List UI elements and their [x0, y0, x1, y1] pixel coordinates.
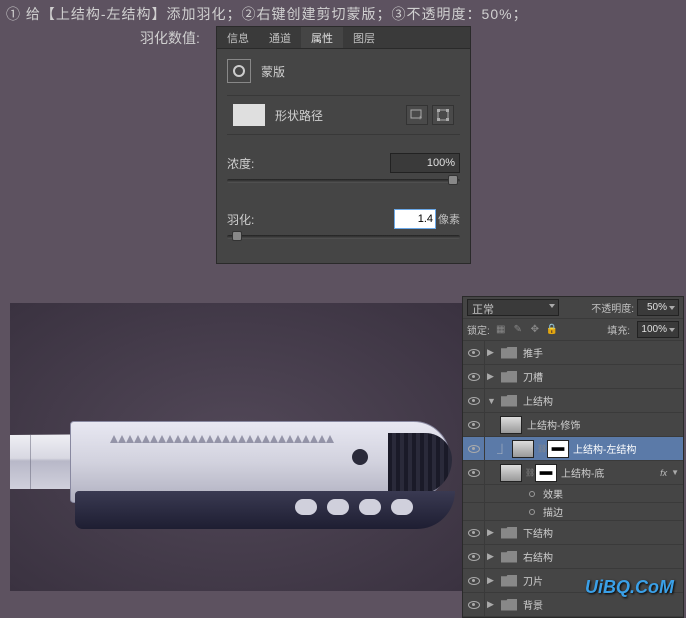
lock-all-icon[interactable]: 🔒: [545, 323, 559, 337]
opacity-label: 不透明度:: [591, 300, 634, 315]
density-label: 浓度:: [227, 155, 254, 172]
twisty-icon[interactable]: ▶: [487, 371, 497, 382]
twisty-icon[interactable]: ▶: [487, 575, 497, 586]
layer-name[interactable]: 推手: [523, 345, 543, 360]
feather-label: 羽化:: [227, 211, 254, 228]
properties-panel: 信息 通道 属性 图层 蒙版 形状路径 + 浓度: 100% 羽化:: [216, 26, 471, 264]
layer-name[interactable]: 效果: [543, 486, 563, 501]
density-slider[interactable]: [227, 179, 460, 183]
feather-value-label: 羽化数值:: [140, 28, 200, 48]
blend-mode-select[interactable]: 正常: [467, 299, 559, 316]
layer-row[interactable]: ▶ 右结构: [463, 545, 683, 569]
opacity-value[interactable]: 50%: [637, 299, 679, 316]
mask-type-icon[interactable]: [227, 59, 251, 83]
layer-row[interactable]: 描边: [463, 503, 683, 521]
folder-icon: [501, 347, 517, 359]
layer-name[interactable]: 刀片: [523, 573, 543, 588]
feather-slider[interactable]: [227, 235, 460, 239]
tab-channels[interactable]: 通道: [259, 27, 301, 48]
instruction-text: ① 给【上结构-左结构】添加羽化；②右键创建剪切蒙版；③不透明度：50%；: [0, 0, 686, 28]
layer-row[interactable]: ⏌ ⛓ 上结构-左结构: [463, 437, 683, 461]
knife-illustration: [10, 413, 462, 523]
tab-properties[interactable]: 属性: [301, 27, 343, 48]
layer-row[interactable]: ⛓ 上结构-底 fx ▼: [463, 461, 683, 485]
layer-row[interactable]: 上结构-修饰: [463, 413, 683, 437]
blend-opacity-row: 正常 不透明度: 50%: [463, 297, 683, 319]
lock-position-icon[interactable]: ✥: [528, 323, 542, 337]
path-select-button[interactable]: [432, 105, 454, 125]
visibility-toggle[interactable]: [463, 521, 485, 544]
tab-info[interactable]: 信息: [217, 27, 259, 48]
layer-row[interactable]: ▼ 上结构: [463, 389, 683, 413]
tab-layers[interactable]: 图层: [343, 27, 385, 48]
lock-label: 锁定:: [467, 322, 490, 337]
folder-icon: [501, 551, 517, 563]
lock-pixels-icon[interactable]: ✎: [511, 323, 525, 337]
layer-name[interactable]: 上结构-底: [561, 465, 604, 480]
feather-unit: 像素: [438, 211, 460, 227]
lock-transparent-icon[interactable]: ▦: [494, 323, 508, 337]
shape-path-label: 形状路径: [275, 107, 402, 124]
lock-fill-row: 锁定: ▦ ✎ ✥ 🔒 填充: 100%: [463, 319, 683, 341]
folder-icon: [501, 575, 517, 587]
layer-list: ▶ 推手 ▶ 刀槽 ▼ 上结构上结构-修饰 ⏌ ⛓ 上结构-左结构 ⛓ 上结构-底 fx ▼ 效果描边 ▶ 下…: [463, 341, 683, 617]
visibility-toggle[interactable]: [463, 461, 485, 484]
layer-name[interactable]: 上结构: [523, 393, 553, 408]
link-icon[interactable]: ⛓: [525, 468, 533, 477]
path-edit-button[interactable]: +: [406, 105, 428, 125]
layer-thumbnail[interactable]: [512, 440, 534, 458]
twisty-icon[interactable]: ▼: [487, 396, 497, 406]
fill-value[interactable]: 100%: [637, 321, 679, 338]
fill-label: 填充:: [607, 322, 630, 337]
layer-name[interactable]: 下结构: [523, 525, 553, 540]
layer-name[interactable]: 刀槽: [523, 369, 543, 384]
layer-name[interactable]: 描边: [543, 504, 563, 519]
clip-icon: ⏌: [497, 441, 507, 456]
folder-icon: [501, 599, 517, 611]
mask-thumbnail[interactable]: [535, 464, 557, 482]
fx-badge[interactable]: fx: [660, 468, 667, 478]
svg-text:+: +: [418, 115, 422, 121]
layer-thumbnail[interactable]: [500, 416, 522, 434]
visibility-toggle[interactable]: [463, 413, 485, 436]
layer-name[interactable]: 上结构-左结构: [573, 441, 636, 456]
visibility-toggle[interactable]: [463, 437, 485, 460]
folder-icon: [501, 527, 517, 539]
layer-name[interactable]: 右结构: [523, 549, 553, 564]
twisty-icon[interactable]: ▶: [487, 551, 497, 562]
fx-twisty-icon[interactable]: ▼: [671, 468, 679, 477]
twisty-icon[interactable]: ▶: [487, 527, 497, 538]
feather-input[interactable]: [394, 209, 436, 229]
visibility-toggle[interactable]: [463, 503, 485, 520]
layer-row[interactable]: ▶ 推手: [463, 341, 683, 365]
visibility-toggle[interactable]: [463, 485, 485, 502]
layers-panel: 正常 不透明度: 50% 锁定: ▦ ✎ ✥ 🔒 填充: 100% ▶ 推手 ▶ 刀槽…: [462, 296, 684, 618]
effect-bullet-icon: [529, 491, 535, 497]
twisty-icon[interactable]: ▶: [487, 599, 497, 610]
link-icon[interactable]: ⛓: [537, 444, 545, 453]
panel-tabs: 信息 通道 属性 图层: [217, 27, 470, 49]
mask-thumbnail[interactable]: [547, 440, 569, 458]
layer-row[interactable]: ▶ 下结构: [463, 521, 683, 545]
folder-icon: [501, 371, 517, 383]
visibility-toggle[interactable]: [463, 365, 485, 388]
visibility-toggle[interactable]: [463, 341, 485, 364]
folder-icon: [501, 395, 517, 407]
visibility-toggle[interactable]: [463, 389, 485, 412]
layer-name[interactable]: 上结构-修饰: [527, 417, 580, 432]
layer-row[interactable]: ▶ 刀槽: [463, 365, 683, 389]
layer-thumbnail[interactable]: [500, 464, 522, 482]
canvas[interactable]: [10, 303, 462, 591]
visibility-toggle[interactable]: [463, 545, 485, 568]
density-value[interactable]: 100%: [390, 153, 460, 173]
path-thumbnail[interactable]: [233, 104, 265, 126]
layer-row[interactable]: 效果: [463, 485, 683, 503]
mask-label: 蒙版: [261, 63, 285, 80]
visibility-toggle[interactable]: [463, 569, 485, 592]
visibility-toggle[interactable]: [463, 593, 485, 616]
watermark: UiBQ.CoM: [585, 577, 674, 598]
twisty-icon[interactable]: ▶: [487, 347, 497, 358]
layer-name[interactable]: 背景: [523, 597, 543, 612]
effect-bullet-icon: [529, 509, 535, 515]
